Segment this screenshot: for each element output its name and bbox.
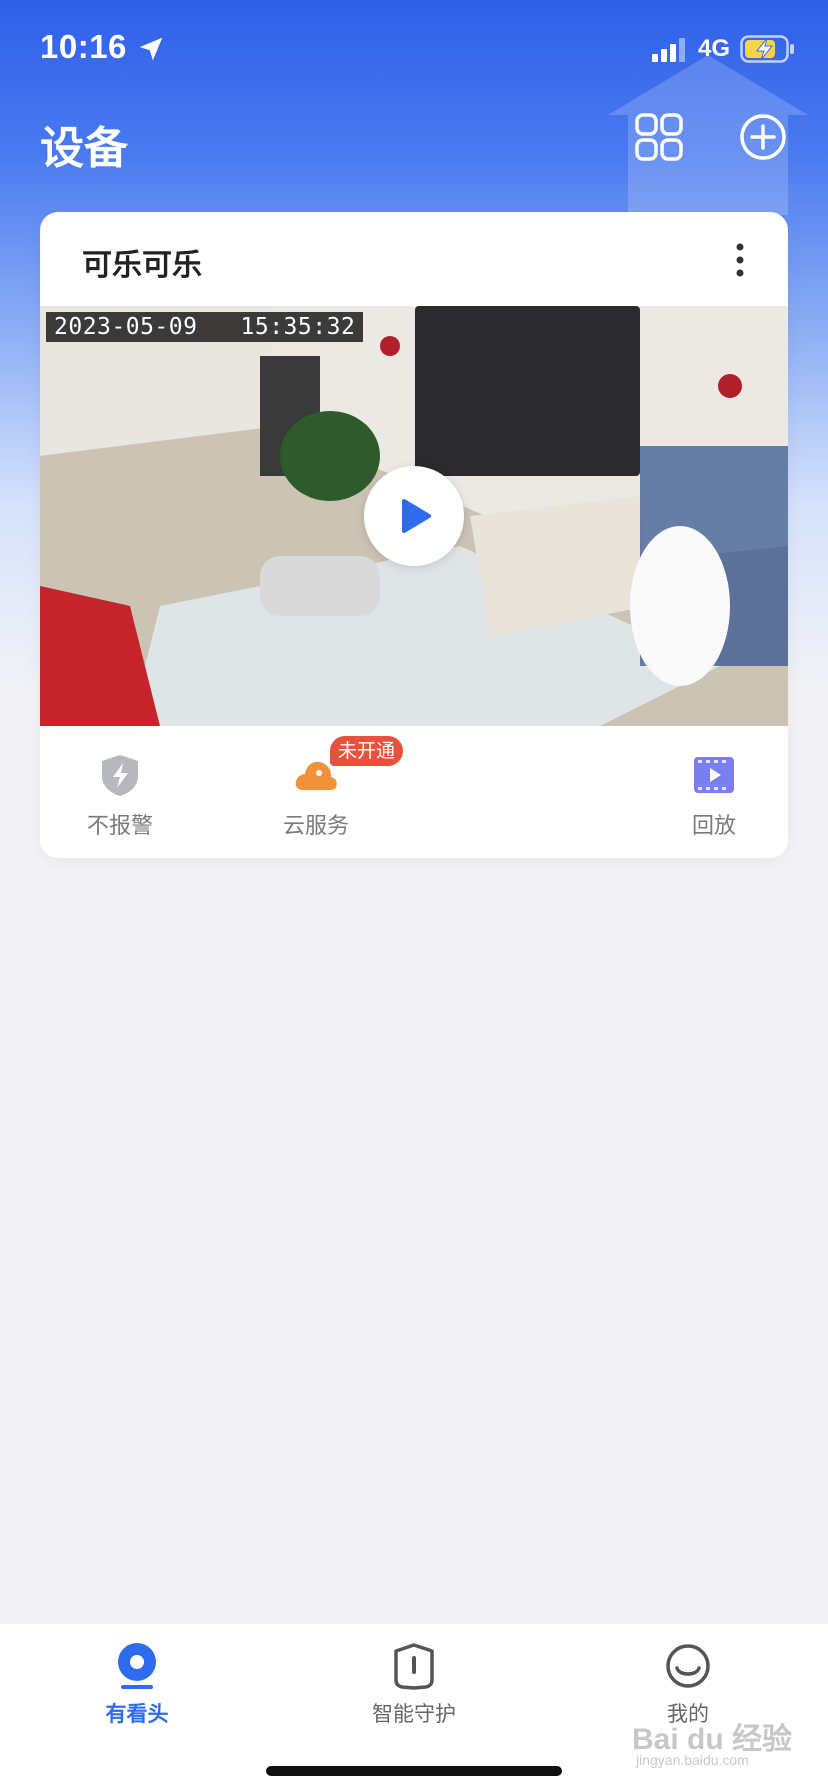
cloud-service-status-badge: 未开通 bbox=[330, 736, 404, 766]
camera-preview[interactable]: 2023-05-09 15:35:32 bbox=[40, 306, 788, 726]
guard-shield-icon bbox=[394, 1643, 434, 1690]
device-actions: 不报警 云服务 未开通 回放 bbox=[40, 726, 788, 858]
cloud-service-label: 云服务 bbox=[282, 814, 349, 839]
grid-layout-button[interactable] bbox=[634, 112, 684, 162]
play-icon bbox=[402, 499, 431, 533]
alarm-toggle-button[interactable]: 不报警 bbox=[50, 726, 190, 858]
add-device-button[interactable] bbox=[738, 112, 788, 162]
playback-button[interactable]: 回放 bbox=[644, 726, 784, 858]
alarm-toggle-label: 不报警 bbox=[86, 814, 153, 839]
device-name: 可乐可乐 bbox=[82, 248, 202, 283]
smile-profile-icon bbox=[666, 1644, 710, 1688]
location-arrow-icon bbox=[139, 37, 163, 61]
tab-cameras[interactable]: 有看头 bbox=[37, 1624, 237, 1734]
device-card-header: 可乐可乐 bbox=[40, 212, 788, 306]
status-time: 10:16 bbox=[40, 28, 127, 65]
network-type: 4G bbox=[698, 35, 731, 62]
status-bar: 10:16 4G bbox=[0, 0, 828, 100]
tab-smart-guard[interactable]: 智能守护 bbox=[314, 1624, 514, 1734]
tab-smart-guard-label: 智能守护 bbox=[372, 1702, 456, 1726]
device-card: 可乐可乐 2023-05-09 15:35:32 不报警 云服务 未开通 回放 bbox=[40, 212, 788, 858]
signal-icon bbox=[652, 38, 685, 62]
grid-layout-icon bbox=[635, 113, 683, 161]
playback-label: 回放 bbox=[691, 814, 736, 839]
watermark-url: jingyan.baidu.com bbox=[636, 1752, 749, 1768]
playback-video-icon bbox=[694, 757, 734, 793]
preview-timestamp: 2023-05-09 15:35:32 bbox=[46, 312, 364, 342]
play-button[interactable] bbox=[364, 466, 464, 566]
page-title: 设备 bbox=[40, 123, 128, 174]
battery-charging-icon bbox=[740, 35, 794, 63]
add-circle-icon bbox=[740, 114, 786, 160]
more-options-icon[interactable] bbox=[732, 242, 748, 278]
camera-eye-icon bbox=[118, 1643, 156, 1689]
tab-cameras-label: 有看头 bbox=[105, 1702, 169, 1726]
alarm-off-shield-icon bbox=[102, 755, 138, 796]
home-indicator[interactable] bbox=[266, 1766, 562, 1776]
